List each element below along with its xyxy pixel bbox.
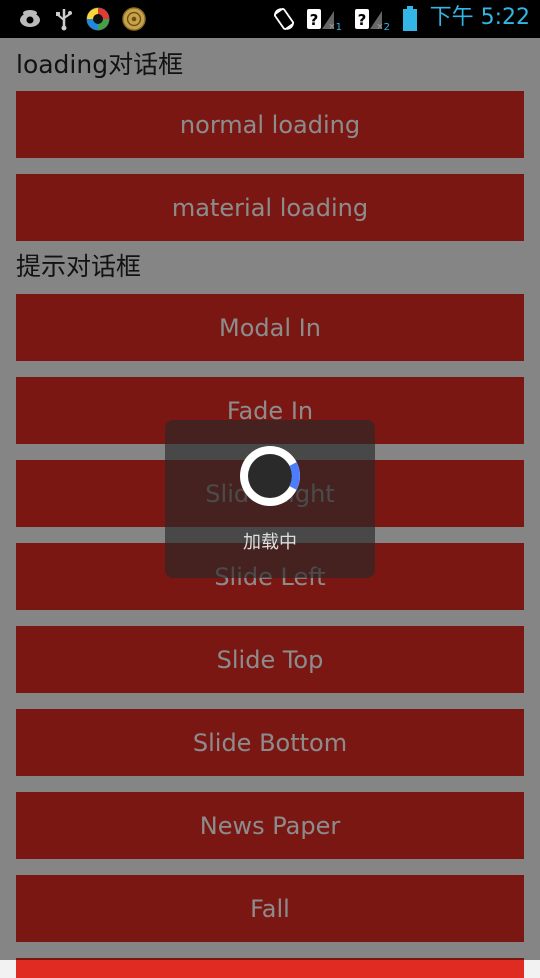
app-icon — [86, 7, 110, 31]
sim2-label: 2 — [383, 22, 390, 33]
sim1-signal-icon: ? × 1 — [306, 7, 342, 33]
battery-icon — [400, 6, 420, 31]
sim1-label: 1 — [335, 22, 342, 33]
svg-text:×: × — [376, 22, 384, 31]
svg-text:?: ? — [358, 11, 367, 29]
loading-text: 加载中 — [243, 532, 297, 553]
rotation-icon — [272, 7, 296, 31]
eye-icon — [18, 7, 42, 31]
coin-icon — [122, 7, 146, 31]
loading-dialog: 加载中 — [165, 420, 375, 578]
status-time: 下午 5:22 — [429, 5, 530, 30]
status-bar: ? × 1 ? × 2 下午 5:22 — [0, 0, 540, 38]
svg-text:×: × — [328, 22, 336, 31]
sim2-signal-icon: ? × 2 — [354, 7, 390, 33]
usb-icon — [52, 7, 76, 31]
next-button-partial[interactable] — [16, 958, 524, 978]
loading-spinner-icon — [240, 446, 300, 506]
svg-text:?: ? — [310, 11, 319, 29]
